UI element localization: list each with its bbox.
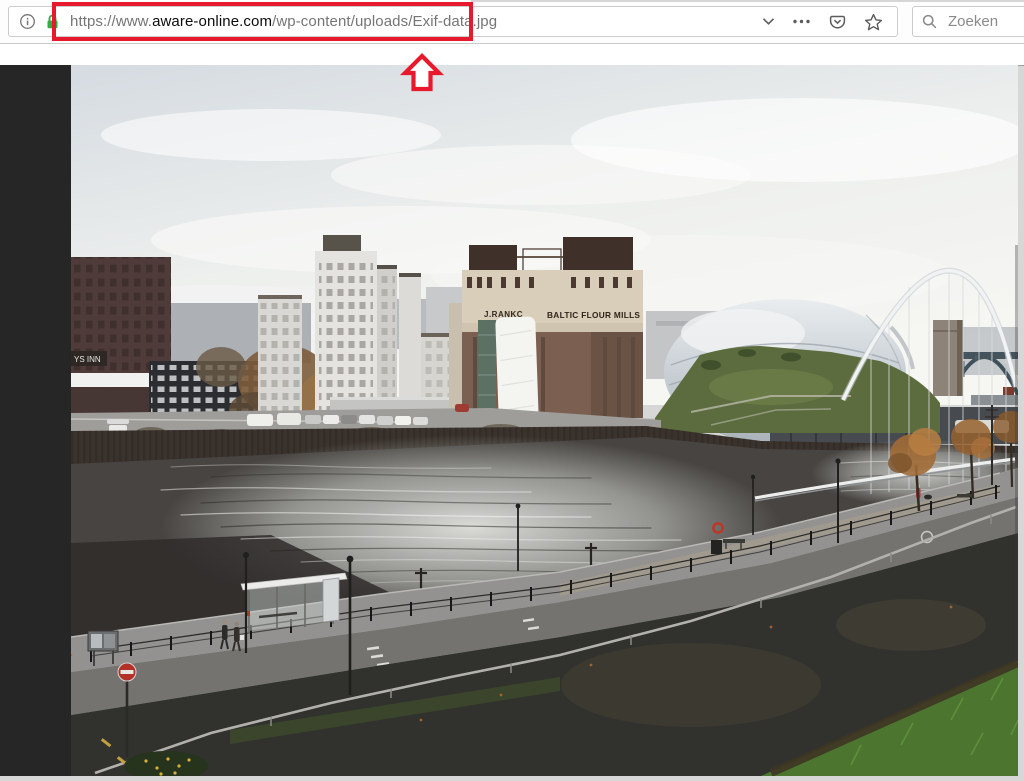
search-bar[interactable] (912, 6, 1024, 37)
inn-sign-text: YS INN (74, 355, 101, 364)
search-icon (922, 14, 937, 29)
bookmark-star-icon[interactable] (864, 13, 883, 31)
litter-bin (711, 540, 722, 554)
browser-window: https://www.aware-online.com/wp-content/… (0, 0, 1024, 781)
photo-right-edge (1015, 245, 1018, 665)
shelter-ad-panel (323, 578, 339, 622)
baltic-sign-text: BALTIC FLOUR MILLS (547, 310, 640, 320)
url-highlight-box (52, 2, 473, 41)
search-input[interactable] (946, 12, 1024, 31)
url-dropdown-chevron-icon[interactable] (762, 17, 775, 26)
red-car (455, 404, 469, 412)
toolbar-top-border (471, 0, 1024, 2)
white-bag (240, 635, 244, 640)
annotation-arrow-up-icon (399, 53, 445, 93)
pocket-icon[interactable] (828, 13, 847, 31)
viewer-left-black-bar (0, 65, 71, 776)
photo-exif-data-jpg: YS INN (71, 65, 1018, 776)
page-actions-dots-icon[interactable] (792, 19, 811, 24)
page-info-icon[interactable] (19, 13, 36, 30)
